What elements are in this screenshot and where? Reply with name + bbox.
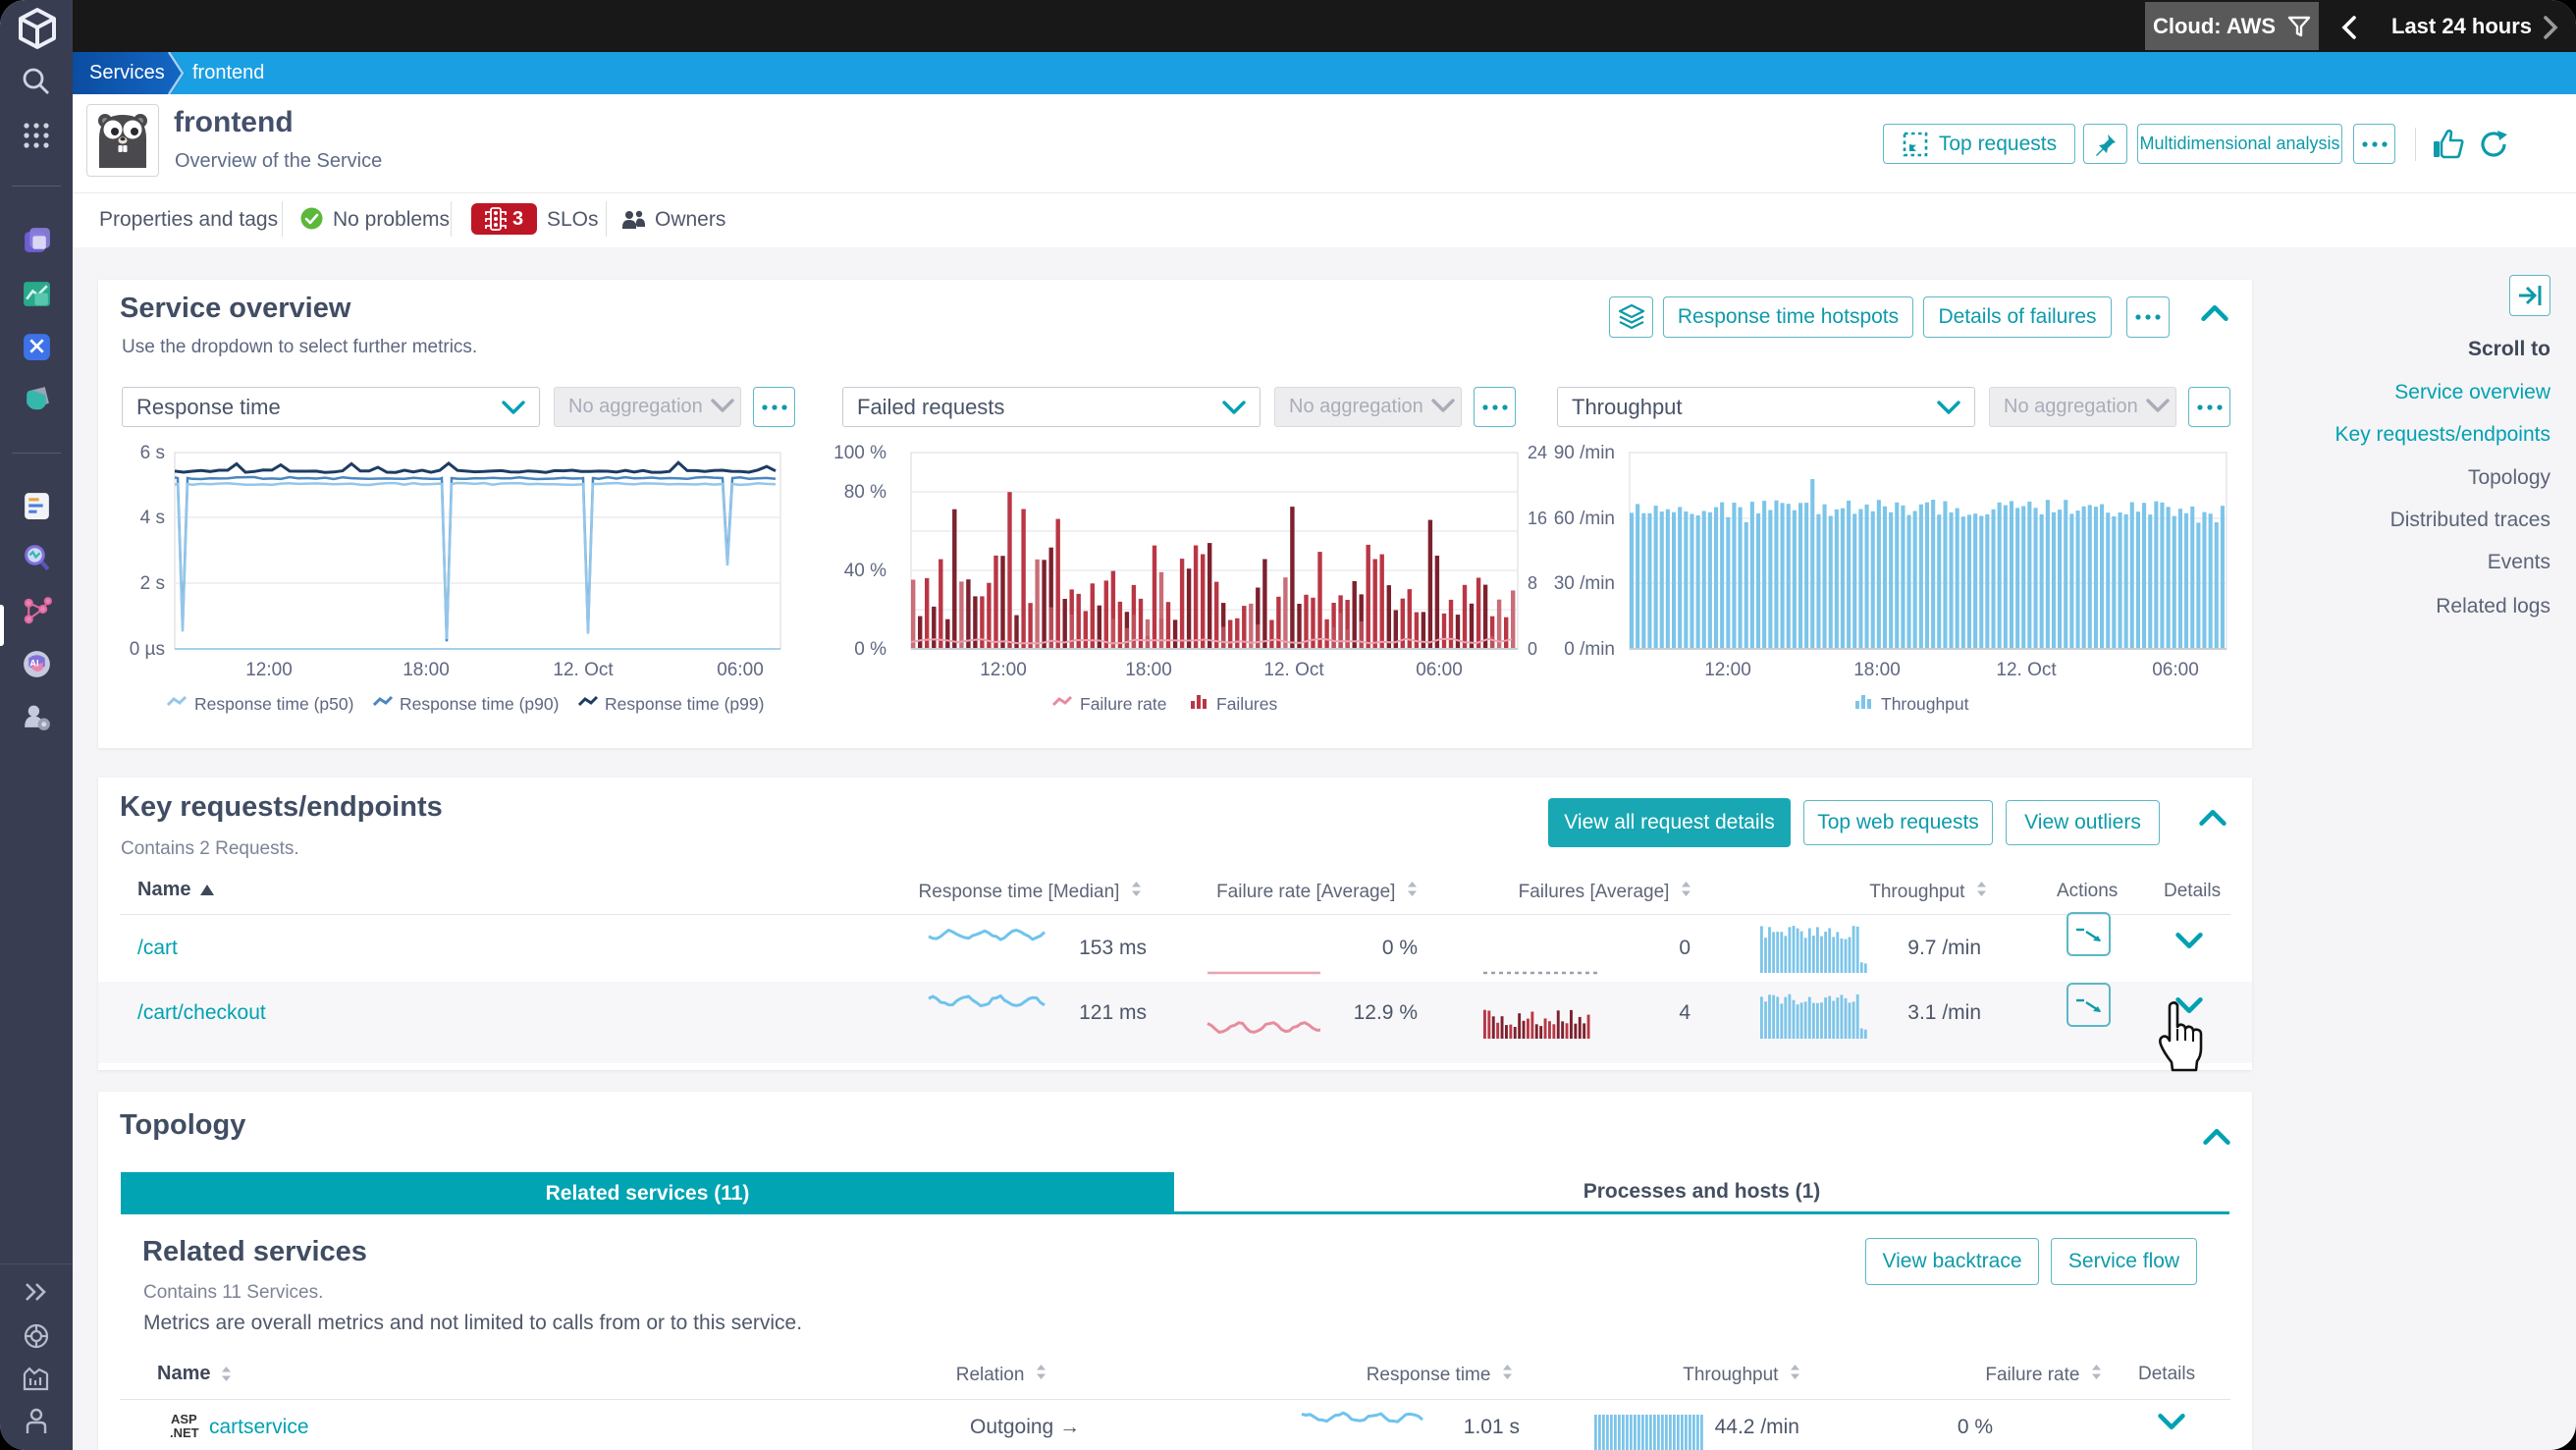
svg-text:18:00: 18:00	[1853, 660, 1901, 680]
svg-text:12. Oct: 12. Oct	[553, 660, 614, 680]
svg-text:24: 24	[1528, 443, 1547, 462]
svg-text:Failures: Failures	[1216, 694, 1277, 714]
svg-text:06:00: 06:00	[717, 660, 764, 680]
svg-text:AI: AI	[29, 659, 38, 669]
svg-text:2 s: 2 s	[140, 573, 165, 594]
svg-text:40 %: 40 %	[844, 561, 886, 581]
svg-text:16: 16	[1528, 509, 1547, 528]
svg-text:4 s: 4 s	[140, 508, 165, 528]
svg-text:8: 8	[1528, 573, 1537, 593]
svg-text:12. Oct: 12. Oct	[1263, 660, 1324, 680]
svg-text:12:00: 12:00	[980, 660, 1027, 680]
svg-text:Response time (p50): Response time (p50)	[194, 694, 353, 714]
svg-text:Throughput: Throughput	[1881, 694, 1969, 714]
svg-text:12:00: 12:00	[1704, 660, 1751, 680]
svg-text:Response time (p99): Response time (p99)	[605, 694, 764, 714]
svg-text:0 /min: 0 /min	[1564, 639, 1615, 660]
svg-text:80 %: 80 %	[844, 482, 886, 503]
svg-text:06:00: 06:00	[2152, 660, 2199, 680]
svg-text:0: 0	[1528, 639, 1537, 659]
svg-text:18:00: 18:00	[402, 660, 450, 680]
svg-text:30 /min: 30 /min	[1554, 573, 1615, 594]
svg-text:6 s: 6 s	[140, 443, 165, 463]
svg-text:0 %: 0 %	[854, 639, 886, 660]
svg-text:60 /min: 60 /min	[1554, 509, 1615, 529]
svg-text:18:00: 18:00	[1125, 660, 1172, 680]
svg-text:06:00: 06:00	[1416, 660, 1463, 680]
svg-text:0 µs: 0 µs	[130, 639, 165, 660]
svg-text:12. Oct: 12. Oct	[1996, 660, 2057, 680]
svg-text:Response time (p90): Response time (p90)	[400, 694, 559, 714]
svg-text:90 /min: 90 /min	[1554, 443, 1615, 463]
svg-text:12:00: 12:00	[245, 660, 293, 680]
svg-text:100 %: 100 %	[833, 443, 886, 463]
svg-text:Failure rate: Failure rate	[1080, 694, 1167, 714]
